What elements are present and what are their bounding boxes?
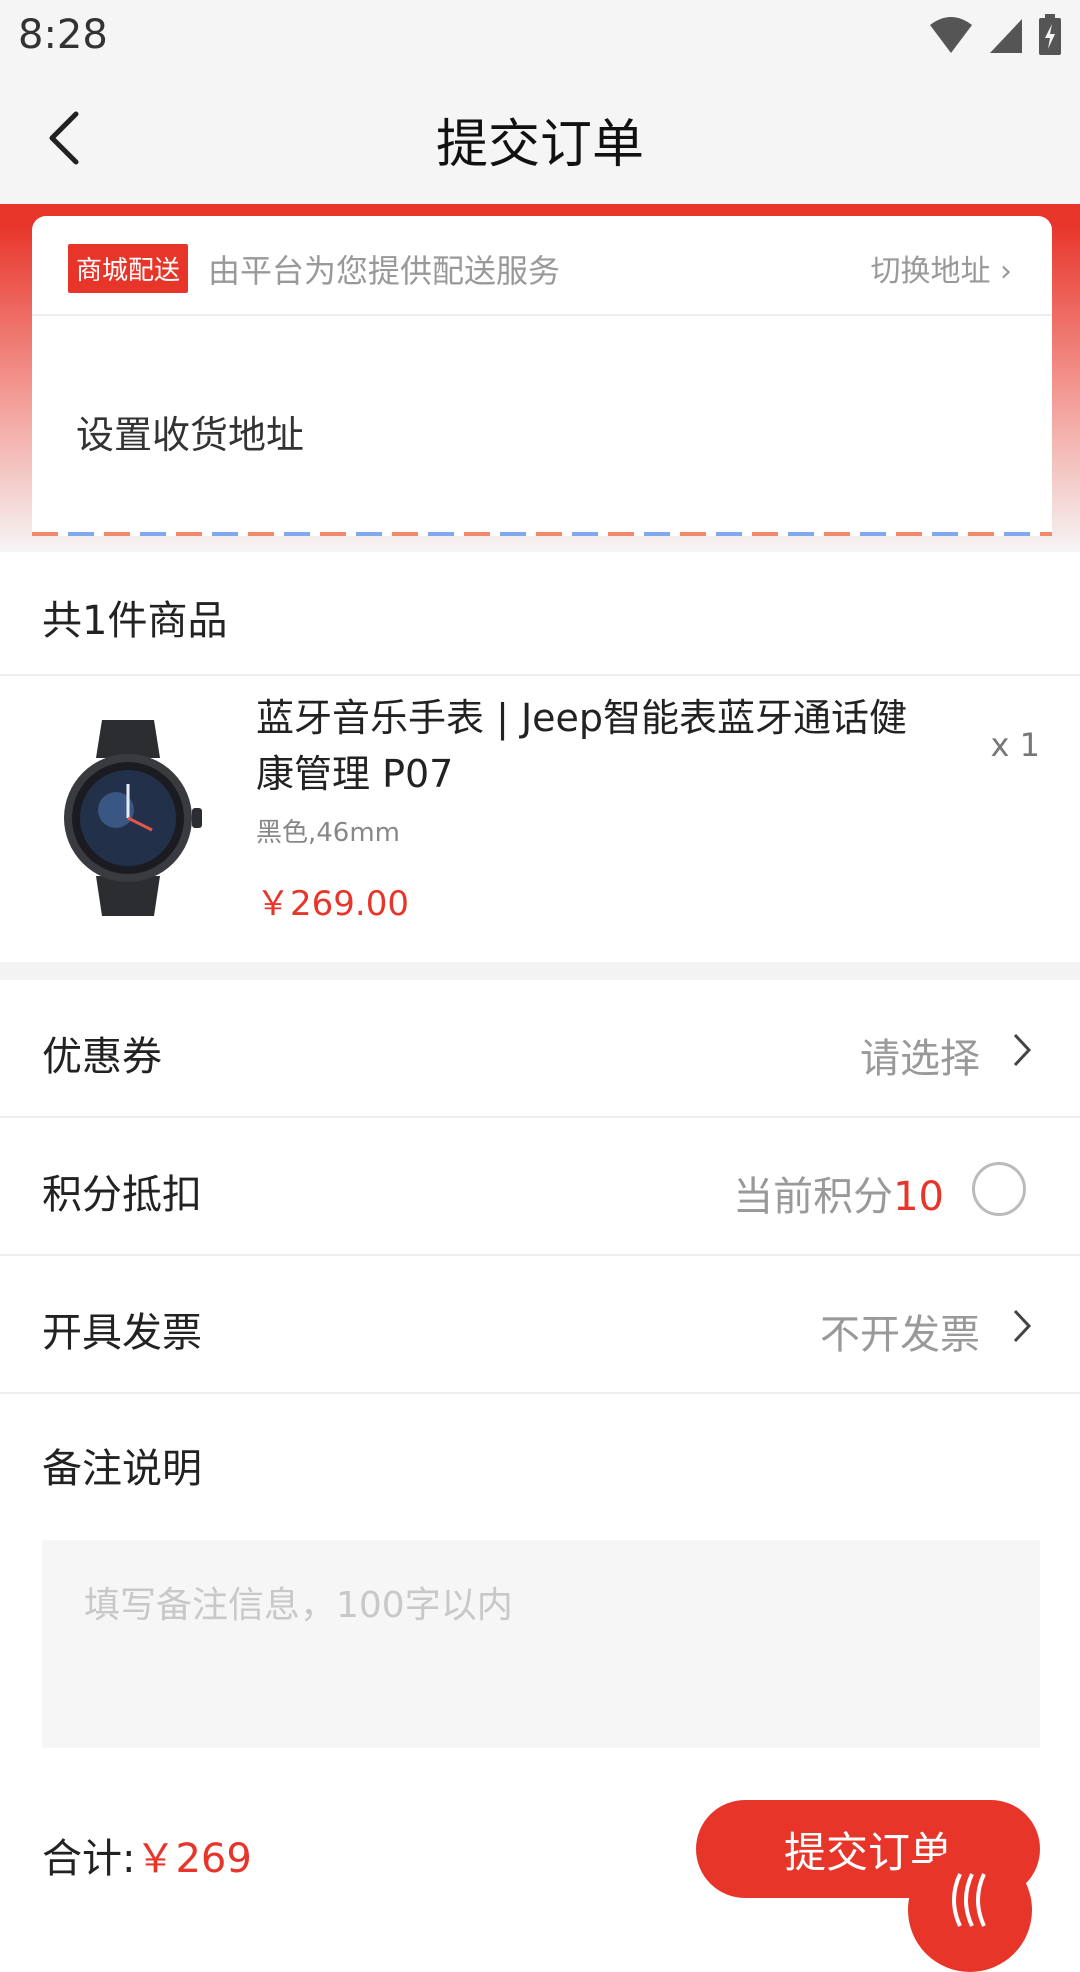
product-item[interactable]: 蓝牙音乐手表 | Jeep智能表蓝牙通话健康管理 P07 黑色,46mm ￥26… [0, 676, 1080, 962]
order-total: 合计:￥269 [42, 1826, 252, 1884]
status-icons [928, 14, 1062, 56]
points-value: 10 [893, 1174, 944, 1220]
total-label: 合计: [42, 1836, 136, 1882]
envelope-divider [32, 532, 1052, 536]
battery-icon [1039, 14, 1061, 55]
product-spec: 黑色,46mm [256, 818, 401, 848]
floating-action-button[interactable] [908, 1848, 1032, 1972]
coupon-row[interactable]: 优惠券 请选择 [0, 980, 1080, 1118]
invoice-label: 开具发票 [42, 1310, 202, 1356]
signal-icon [990, 19, 1022, 53]
product-price: ￥269.00 [256, 884, 409, 924]
section-divider [0, 962, 1080, 980]
wave-icon [952, 1873, 986, 1927]
switch-address-button[interactable]: 切换地址 › [870, 246, 1012, 290]
nav-bar: 提交订单 [0, 72, 1080, 204]
wifi-icon [930, 17, 972, 53]
invoice-value: 不开发票 [820, 1312, 980, 1358]
address-card: 商城配送 由平台为您提供配送服务 切换地址 › 设置收货地址 [32, 216, 1052, 536]
page-title: 提交订单 [435, 115, 644, 175]
invoice-row[interactable]: 开具发票 不开发票 [0, 1256, 1080, 1394]
coupon-value: 请选择 [860, 1036, 980, 1082]
smartwatch-image [64, 720, 202, 916]
points-radio[interactable] [972, 1162, 1026, 1216]
delivery-info: 商城配送 由平台为您提供配送服务 切换地址 › [32, 216, 1052, 316]
delivery-badge: 商城配送 [68, 244, 189, 293]
remark-label: 备注说明 [42, 1446, 202, 1492]
chevron-right-icon [1013, 1309, 1032, 1343]
delivery-description: 由平台为您提供配送服务 [208, 252, 561, 290]
product-title: 蓝牙音乐手表 | Jeep智能表蓝牙通话健康管理 P07 [256, 696, 908, 796]
total-amount: ￥269 [135, 1836, 252, 1882]
coupon-label: 优惠券 [42, 1034, 162, 1080]
remark-input[interactable] [42, 1540, 1040, 1748]
chevron-right-icon: › [1000, 254, 1012, 289]
status-bar: 8:28 [0, 0, 1080, 72]
points-row: 积分抵扣 当前积分10 [0, 1118, 1080, 1256]
product-quantity: x 1 [990, 726, 1040, 764]
switch-address-label: 切换地址 [870, 254, 991, 289]
items-section-header: 共1件商品 [0, 552, 1080, 676]
points-info: 当前积分10 [733, 1164, 944, 1222]
set-address-button[interactable]: 设置收货地址 [76, 404, 304, 459]
items-count: 共1件商品 [42, 598, 228, 644]
points-prefix: 当前积分 [733, 1174, 894, 1220]
points-label: 积分抵扣 [42, 1172, 202, 1218]
chevron-right-icon [1013, 1033, 1032, 1067]
status-time: 8:28 [18, 12, 108, 58]
